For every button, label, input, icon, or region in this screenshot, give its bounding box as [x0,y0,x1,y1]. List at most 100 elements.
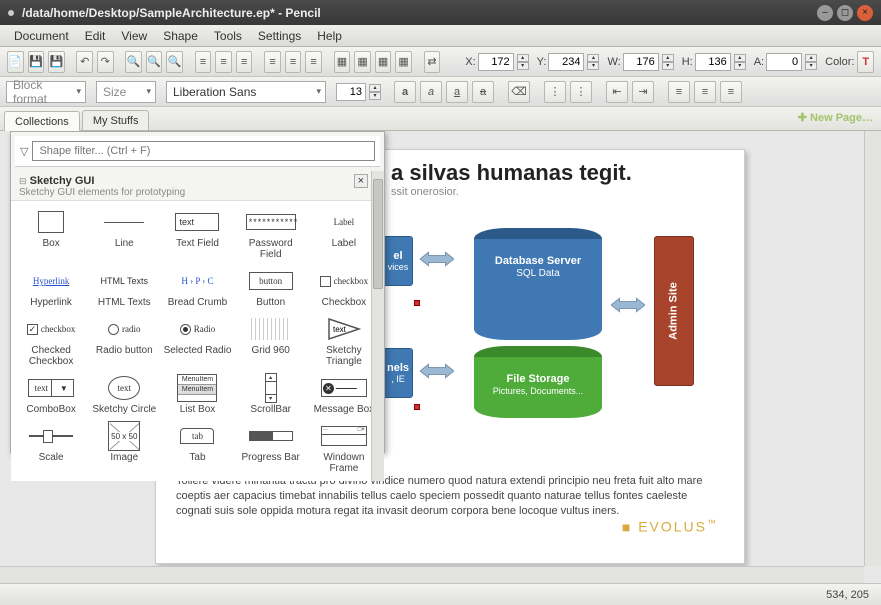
y-input[interactable] [548,53,584,71]
bring-forward-icon[interactable]: ▦ [354,51,371,73]
shape-box[interactable]: Box [15,205,87,263]
menu-edit[interactable]: Edit [77,27,114,45]
zoom-reset-icon[interactable]: 🔍 [146,51,163,73]
align-right-icon[interactable]: ≡ [236,51,253,73]
shape-hyperlink[interactable]: HyperlinkHyperlink [15,264,87,311]
x-input[interactable] [478,53,514,71]
shape-selected-radio[interactable]: RadioSelected Radio [161,312,233,370]
w-input[interactable] [623,53,659,71]
shape-scrollbar[interactable]: ▴▾ScrollBar [235,371,307,418]
tab-collections[interactable]: Collections [4,111,80,131]
vertical-scrollbar[interactable] [864,131,881,566]
selection-handle[interactable] [414,404,420,410]
clear-format-icon[interactable]: ⌫ [508,81,530,103]
align-left-icon[interactable]: ≡ [195,51,212,73]
menu-shape[interactable]: Shape [155,27,206,45]
arrow-icon[interactable] [611,294,645,316]
menu-view[interactable]: View [113,27,155,45]
shape-grid-960[interactable]: Grid 960 [235,312,307,370]
selection-handle[interactable] [414,300,420,306]
shape-image[interactable]: 50 x 50Image [88,419,160,477]
h-input[interactable] [695,53,731,71]
shape-sketchy-circle[interactable]: textSketchy Circle [88,371,160,418]
shape-progress-bar[interactable]: Progress Bar [235,419,307,477]
y-spinner[interactable]: ▴▾ [587,54,599,70]
italic-icon[interactable]: a [420,81,442,103]
redo-icon[interactable]: ↷ [97,51,114,73]
horizontal-scrollbar[interactable] [0,566,864,583]
shape-text-field[interactable]: textText Field [161,205,233,263]
h-spinner[interactable]: ▴▾ [734,54,746,70]
list-number-icon[interactable]: ⋮ [570,81,592,103]
align-bottom-icon[interactable]: ≡ [305,51,322,73]
shape-box-2[interactable]: nels , IE [383,348,413,398]
shape-database[interactable]: Database ServerSQL Data [474,228,602,340]
text-align-center-icon[interactable]: ≡ [694,81,716,103]
shape-box-1[interactable]: el vices [383,236,413,286]
strike-icon[interactable]: a [472,81,494,103]
shape-password-field[interactable]: ***********Password Field [235,205,307,263]
undo-icon[interactable]: ↶ [76,51,93,73]
arrow-icon[interactable] [420,248,454,270]
tab-mystuffs[interactable]: My Stuffs [82,110,150,130]
shape-scale[interactable]: Scale [15,419,87,477]
shape-radio-button[interactable]: radioRadio button [88,312,160,370]
text-align-right-icon[interactable]: ≡ [720,81,742,103]
align-middle-icon[interactable]: ≡ [285,51,302,73]
menu-tools[interactable]: Tools [206,27,250,45]
indent-icon[interactable]: ⇥ [632,81,654,103]
maximize-button[interactable]: ◻ [837,5,853,21]
save-as-icon[interactable]: 💾 [48,51,65,73]
menu-document[interactable]: Document [6,27,77,45]
shape-group-header[interactable]: ⊟ Sketchy GUI × Sketchy GUI elements for… [11,171,384,201]
align-center-icon[interactable]: ≡ [215,51,232,73]
block-format-select[interactable]: Block format [6,81,86,103]
shape-windown-frame[interactable]: ···□×Windown Frame [308,419,380,477]
text-align-left-icon[interactable]: ≡ [668,81,690,103]
outdent-icon[interactable]: ⇤ [606,81,628,103]
x-spinner[interactable]: ▴▾ [517,54,529,70]
group-close-button[interactable]: × [354,174,368,188]
shape-message-box[interactable]: ✕———Message Box [308,371,380,418]
shape-line[interactable]: Line [88,205,160,263]
shape-admin[interactable]: Admin Site [654,236,694,386]
text-color-icon[interactable]: T [857,51,874,73]
bold-icon[interactable]: a [394,81,416,103]
shape-filestorage[interactable]: File StoragePictures, Documents... [474,346,602,418]
shape-checked-checkbox[interactable]: ✓checkboxChecked Checkbox [15,312,87,370]
shape-checkbox[interactable]: checkboxCheckbox [308,264,380,311]
shape-filter-input[interactable] [32,141,375,161]
font-size-input[interactable] [336,83,366,101]
new-page-button[interactable]: ✚ New Page… [798,111,873,124]
shape-list-box[interactable]: MenuItemMenuItemList Box [161,371,233,418]
shape-button[interactable]: buttonButton [235,264,307,311]
shape-sketchy-triangle[interactable]: textSketchy Triangle [308,312,380,370]
font-size-select[interactable]: Size [96,81,156,103]
shape-bread-crumb[interactable]: H › P › CBread Crumb [161,264,233,311]
send-backward-icon[interactable]: ▦ [375,51,392,73]
close-button[interactable]: × [857,5,873,21]
list-bullet-icon[interactable]: ⋮ [544,81,566,103]
shape-combobox[interactable]: text▼ComboBox [15,371,87,418]
align-top-icon[interactable]: ≡ [264,51,281,73]
shape-html-texts[interactable]: HTML TextsHTML Texts [88,264,160,311]
w-spinner[interactable]: ▴▾ [662,54,674,70]
new-doc-icon[interactable]: 📄 [7,51,24,73]
shape-label[interactable]: LabelLabel [308,205,380,263]
distribute-h-icon[interactable]: ⇄ [424,51,441,73]
font-size-spinner[interactable]: ▴▾ [369,84,381,100]
send-back-icon[interactable]: ▦ [395,51,412,73]
bring-front-icon[interactable]: ▦ [334,51,351,73]
zoom-in-icon[interactable]: 🔍 [166,51,183,73]
a-input[interactable] [766,53,802,71]
collapse-icon[interactable]: ⊟ [19,176,27,186]
menu-settings[interactable]: Settings [250,27,309,45]
a-spinner[interactable]: ▴▾ [805,54,817,70]
underline-icon[interactable]: a [446,81,468,103]
shape-tab[interactable]: tabTab [161,419,233,477]
zoom-out-icon[interactable]: 🔍 [125,51,142,73]
panel-scrollbar[interactable] [371,171,384,481]
arrow-icon[interactable] [420,360,454,382]
save-icon[interactable]: 💾 [28,51,45,73]
minimize-button[interactable]: – [817,5,833,21]
